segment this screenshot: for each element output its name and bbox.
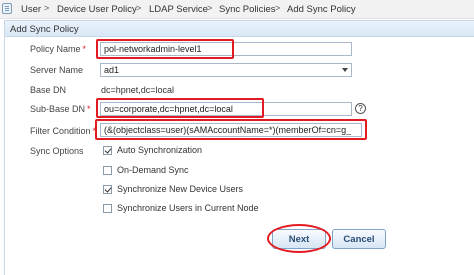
on-demand-sync-label: On-Demand Sync [117, 165, 189, 175]
sub-base-dn-label: Sub-Base DN * [30, 104, 91, 114]
server-name-value: ad1 [104, 65, 120, 75]
required-marker: * [82, 44, 87, 54]
base-dn-label: Base DN [30, 85, 67, 95]
on-demand-sync-checkbox[interactable] [103, 166, 112, 175]
help-icon[interactable]: ? [355, 103, 366, 114]
sync-options-label: Sync Options [30, 146, 84, 156]
policy-name-label: Policy Name * [30, 44, 87, 54]
server-name-label: Server Name [30, 65, 84, 75]
cancel-button[interactable]: Cancel [332, 229, 386, 249]
breadcrumb-ldap-service[interactable]: LDAP Service [149, 4, 208, 15]
synchronize-new-device-users-label: Synchronize New Device Users [117, 184, 244, 194]
server-name-select[interactable]: ad1 [100, 63, 352, 77]
breadcrumb-device-user-policy[interactable]: Device User Policy [57, 4, 137, 15]
breadcrumb-separator: > [207, 3, 213, 13]
required-marker: * [87, 104, 91, 114]
chevron-down-icon [342, 68, 348, 72]
breadcrumb-user[interactable]: User [21, 4, 41, 15]
required-marker: * [92, 126, 97, 136]
policy-name-input[interactable] [100, 42, 352, 56]
user-list-icon [2, 3, 12, 14]
breadcrumb-sync-policies[interactable]: Sync Policies [219, 4, 276, 15]
panel-title: Add Sync Policy [10, 24, 79, 35]
sub-base-dn-input[interactable] [100, 102, 352, 116]
synchronize-new-device-users-checkbox[interactable] [103, 185, 112, 194]
base-dn-value: dc=hpnet,dc=local [101, 85, 175, 95]
next-button[interactable]: Next [272, 229, 326, 249]
synchronize-users-current-node-label: Synchronize Users in Current Node [117, 203, 259, 213]
synchronize-users-current-node-checkbox[interactable] [103, 204, 112, 213]
breadcrumb-separator: > [275, 3, 281, 13]
breadcrumb-separator: > [136, 3, 142, 13]
auto-synchronization-label: Auto Synchronization [117, 145, 203, 155]
filter-condition-label: Filter Condition * [30, 126, 97, 136]
breadcrumb: User > Device User Policy > LDAP Service… [0, 0, 474, 19]
auto-synchronization-checkbox[interactable] [103, 146, 112, 155]
filter-condition-input[interactable] [100, 123, 362, 137]
breadcrumb-separator: > [44, 3, 50, 13]
panel-header: Add Sync Policy [5, 21, 474, 37]
breadcrumb-add-sync-policy: Add Sync Policy [287, 4, 356, 15]
